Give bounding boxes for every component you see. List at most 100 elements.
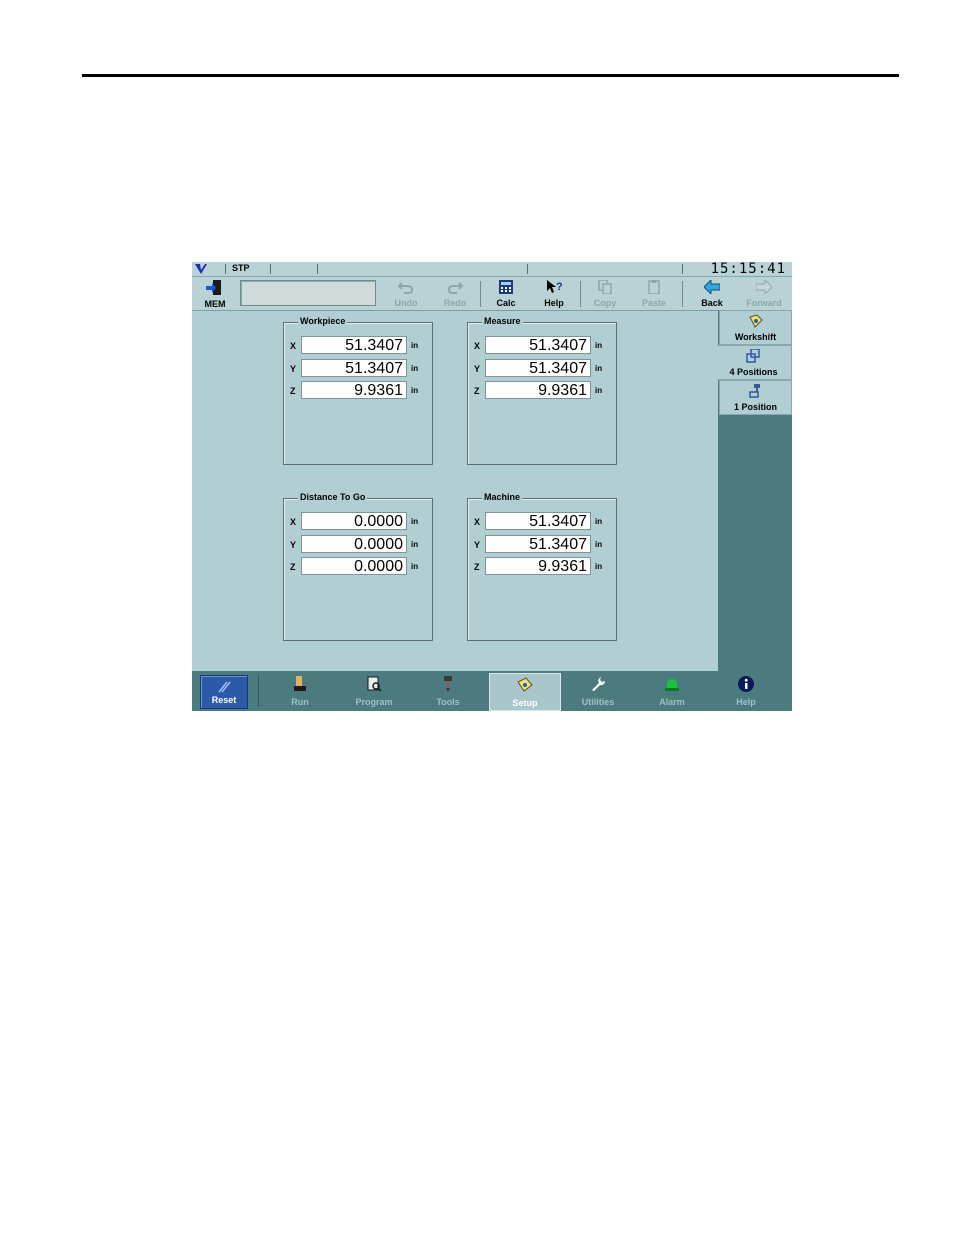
unit-label: in	[595, 562, 603, 571]
program-icon	[367, 676, 382, 692]
mode-indicator: STP	[232, 263, 250, 273]
unit-label: in	[595, 517, 603, 526]
help-pointer-icon: ?	[547, 280, 562, 293]
unit-label: in	[411, 364, 419, 373]
info-icon	[738, 676, 754, 692]
nav-run-label: Run	[291, 697, 309, 707]
copy-icon	[598, 280, 612, 294]
machine-group: Machine X 51.3407 in Y 51.3407 in Z 9.93…	[467, 492, 617, 641]
distance-z-value: 0.0000	[301, 557, 407, 575]
axis-label: Z	[290, 562, 296, 572]
nav-help-label: Help	[736, 697, 756, 707]
undo-label: Undo	[394, 298, 418, 308]
redo-icon	[447, 282, 463, 294]
nav-program-label: Program	[355, 697, 393, 707]
cnc-screen: STP 15:15:41 MEM Undo Redo Calc Help Cop…	[192, 262, 792, 711]
copy-button[interactable]: Copy	[583, 278, 627, 309]
brand-logo-icon	[195, 264, 207, 274]
back-button[interactable]: Back	[690, 278, 734, 309]
copy-label: Copy	[593, 298, 617, 308]
forward-button[interactable]: Forward	[742, 278, 786, 309]
workpiece-y-row: Y 51.3407 in	[284, 359, 432, 379]
workpiece-z-value: 9.9361	[301, 381, 407, 399]
workpiece-title: Workpiece	[298, 316, 348, 326]
setup-icon	[517, 677, 533, 692]
forward-label: Forward	[746, 298, 782, 308]
toolbar-separator	[580, 281, 581, 307]
status-separator	[682, 264, 683, 274]
mem-button[interactable]: MEM	[198, 279, 232, 309]
nav-utilities[interactable]: Utilities	[563, 673, 633, 709]
measure-z-row: Z 9.9361 in	[468, 381, 616, 401]
page-header-rule	[82, 74, 899, 77]
unit-label: in	[411, 341, 419, 350]
axis-label: X	[474, 517, 481, 527]
undo-button[interactable]: Undo	[384, 278, 428, 309]
unit-label: in	[595, 540, 603, 549]
program-name-field[interactable]	[240, 280, 376, 306]
nav-program[interactable]: Program	[339, 673, 409, 709]
reset-icon	[218, 681, 231, 693]
calc-label: Calc	[496, 298, 516, 308]
tab-4-positions-label: 4 Positions	[729, 367, 778, 377]
back-label: Back	[701, 298, 723, 308]
toolbar-separator	[682, 281, 683, 307]
side-tab-panel: Workshift 4 Positions 1 Position	[717, 310, 792, 671]
distance-x-value: 0.0000	[301, 512, 407, 530]
unit-label: in	[595, 386, 603, 395]
help-context-button[interactable]: ? Help	[532, 278, 576, 309]
nav-setup[interactable]: Setup	[489, 673, 561, 711]
workpiece-x-value: 51.3407	[301, 336, 407, 354]
axis-label: Y	[474, 364, 481, 374]
tab-1-position[interactable]: 1 Position	[719, 380, 792, 415]
tab-1-position-label: 1 Position	[733, 402, 777, 412]
wrench-icon	[592, 677, 606, 691]
nav-alarm[interactable]: Alarm	[637, 673, 707, 709]
help-label: Help	[544, 298, 564, 308]
mem-label: MEM	[204, 299, 226, 309]
status-separator	[317, 264, 318, 274]
machine-title: Machine	[482, 492, 523, 502]
paste-button[interactable]: Paste	[632, 278, 676, 309]
nav-run[interactable]: Run	[265, 673, 335, 709]
unit-label: in	[411, 540, 419, 549]
workpiece-group: Workpiece X 51.3407 in Y 51.3407 in Z 9.…	[283, 316, 433, 465]
status-bar: STP 15:15:41	[192, 262, 792, 277]
nav-help[interactable]: Help	[711, 673, 781, 709]
tools-icon	[444, 676, 452, 692]
paste-label: Paste	[641, 298, 667, 308]
toolbar-separator	[480, 281, 481, 307]
redo-button[interactable]: Redo	[433, 278, 477, 309]
unit-label: in	[595, 364, 603, 373]
workpiece-y-value: 51.3407	[301, 359, 407, 377]
nav-tools[interactable]: Tools	[413, 673, 483, 709]
machine-z-row: Z 9.9361 in	[468, 557, 616, 577]
nav-alarm-label: Alarm	[659, 697, 685, 707]
unit-label: in	[411, 517, 419, 526]
nav-utilities-label: Utilities	[581, 697, 615, 707]
machine-y-row: Y 51.3407 in	[468, 535, 616, 555]
back-arrow-icon	[704, 280, 720, 294]
machine-z-value: 9.9361	[485, 557, 591, 575]
tab-4-positions[interactable]: 4 Positions	[717, 345, 792, 380]
distance-to-go-title: Distance To Go	[298, 492, 368, 502]
reset-label: Reset	[211, 695, 237, 705]
run-icon	[294, 676, 306, 691]
calc-button[interactable]: Calc	[484, 278, 528, 309]
distance-y-row: Y 0.0000 in	[284, 535, 432, 555]
unit-label: in	[595, 341, 603, 350]
redo-label: Redo	[443, 298, 467, 308]
axis-label: X	[290, 517, 297, 527]
axis-label: Y	[474, 540, 481, 550]
toolbar: MEM Undo Redo Calc Help Copy Paste Back …	[192, 277, 792, 311]
nav-tools-label: Tools	[436, 697, 460, 707]
forward-arrow-icon	[756, 280, 772, 294]
measure-y-row: Y 51.3407 in	[468, 359, 616, 379]
calculator-icon	[499, 280, 513, 294]
measure-title: Measure	[482, 316, 523, 326]
measure-group: Measure X 51.3407 in Y 51.3407 in Z 9.93…	[467, 316, 617, 465]
axis-label: Z	[474, 562, 480, 572]
status-separator	[225, 264, 226, 274]
reset-button[interactable]: Reset	[200, 675, 248, 709]
tab-workshift[interactable]: Workshift	[719, 310, 792, 345]
